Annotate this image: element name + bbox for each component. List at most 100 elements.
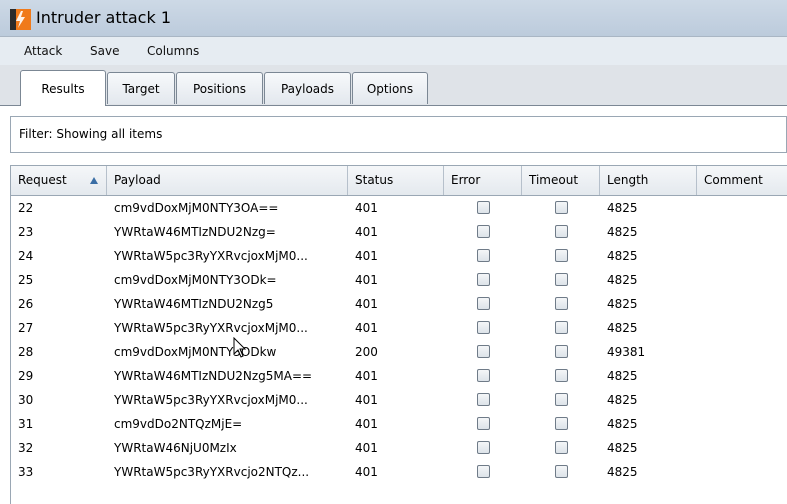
cell-payload: cm9vdDoxMjM0NTY3OA== [114,201,279,215]
table-row[interactable]: 29 YWRtaW46MTIzNDU2Nzg5MA== 401 4825 [11,364,787,388]
column-header-status[interactable]: Status [348,166,444,195]
cell-comment [697,220,787,244]
window-title: Intruder attack 1 [36,8,171,27]
sort-ascending-icon [90,177,98,184]
cell-length: 4825 [607,417,638,431]
table-row[interactable]: 23 YWRtaW46MTIzNDU2Nzg= 401 4825 [11,220,787,244]
tab-strip: Results Target Positions Payloads Option… [10,70,787,106]
cell-request: 30 [18,393,34,407]
cell-comment [697,292,787,316]
cell-request: 24 [18,249,34,263]
error-checkbox [477,369,490,382]
error-checkbox [477,249,490,262]
table-row[interactable]: 22 cm9vdDoxMjM0NTY3OA== 401 4825 [11,196,787,220]
cell-comment [697,412,787,436]
timeout-checkbox [555,321,568,334]
cell-comment [697,388,787,412]
burp-flame-icon [10,9,31,30]
cell-payload: YWRtaW46NjU0MzIx [114,441,237,455]
table-row[interactable]: 25 cm9vdDoxMjM0NTY3ODk= 401 4825 [11,268,787,292]
cell-status: 200 [355,345,378,359]
cell-status: 401 [355,321,378,335]
cell-payload: YWRtaW46MTIzNDU2Nzg= [114,225,276,239]
cell-comment [697,436,787,460]
table-row[interactable]: 28 cm9vdDoxMjM0NTY3ODkw 200 49381 [11,340,787,364]
cell-status: 401 [355,297,378,311]
cell-payload: YWRtaW5pc3RyYXRvcjo2NTQz... [114,465,310,479]
timeout-checkbox [555,225,568,238]
cell-payload: YWRtaW5pc3RyYXRvcjoxMjM0... [114,249,308,263]
cell-comment [697,340,787,364]
error-checkbox [477,201,490,214]
cell-payload: cm9vdDoxMjM0NTY3ODk= [114,273,277,287]
cell-payload: YWRtaW5pc3RyYXRvcjoxMjM0... [114,321,308,335]
error-checkbox [477,417,490,430]
tab-options[interactable]: Options [352,72,428,104]
cell-request: 23 [18,225,34,239]
cell-length: 4825 [607,321,638,335]
table-row[interactable]: 24 YWRtaW5pc3RyYXRvcjoxMjM0... 401 4825 [11,244,787,268]
cell-status: 401 [355,417,378,431]
cell-comment [697,364,787,388]
error-checkbox [477,393,490,406]
column-header-error[interactable]: Error [444,166,522,195]
column-header-length[interactable]: Length [600,166,697,195]
cell-payload: YWRtaW46MTIzNDU2Nzg5MA== [114,369,313,383]
cell-length: 4825 [607,297,638,311]
cell-length: 4825 [607,273,638,287]
timeout-checkbox [555,273,568,286]
cell-length: 4825 [607,441,638,455]
error-checkbox [477,225,490,238]
cell-status: 401 [355,201,378,215]
title-bar: Intruder attack 1 [0,0,787,37]
table-row[interactable]: 30 YWRtaW5pc3RyYXRvcjoxMjM0... 401 4825 [11,388,787,412]
cell-request: 26 [18,297,34,311]
table-row[interactable]: 31 cm9vdDo2NTQzMjE= 401 4825 [11,412,787,436]
timeout-checkbox [555,201,568,214]
menu-columns[interactable]: Columns [147,44,199,58]
menu-save[interactable]: Save [90,44,119,58]
cell-length: 4825 [607,465,638,479]
tab-target[interactable]: Target [107,72,175,104]
table-row[interactable]: 33 YWRtaW5pc3RyYXRvcjo2NTQz... 401 4825 [11,460,787,484]
cell-payload: YWRtaW46MTIzNDU2Nzg5 [114,297,274,311]
cell-payload: cm9vdDoxMjM0NTY3ODkw [114,345,277,359]
cell-status: 401 [355,249,378,263]
column-header-timeout[interactable]: Timeout [522,166,600,195]
timeout-checkbox [555,441,568,454]
tab-positions[interactable]: Positions [176,72,263,104]
cell-comment [697,196,787,220]
cell-length: 4825 [607,201,638,215]
table-row[interactable]: 32 YWRtaW46NjU0MzIx 401 4825 [11,436,787,460]
timeout-checkbox [555,393,568,406]
cell-status: 401 [355,465,378,479]
tab-payloads[interactable]: Payloads [264,72,351,104]
column-header-label: Request [18,173,67,187]
filter-label: Filter: Showing all items [19,127,163,141]
cell-request: 32 [18,441,34,455]
cell-length: 4825 [607,225,638,239]
cell-request: 25 [18,273,34,287]
cell-length: 4825 [607,369,638,383]
table-row[interactable]: 26 YWRtaW46MTIzNDU2Nzg5 401 4825 [11,292,787,316]
results-table: Request Payload Status Error Timeout Len… [10,165,787,504]
table-header: Request Payload Status Error Timeout Len… [11,165,787,196]
column-header-payload[interactable]: Payload [107,166,348,195]
column-header-request[interactable]: Request [11,166,107,195]
cell-length: 4825 [607,249,638,263]
cell-request: 29 [18,369,34,383]
cell-comment [697,460,787,484]
timeout-checkbox [555,345,568,358]
timeout-checkbox [555,369,568,382]
error-checkbox [477,321,490,334]
column-header-comment[interactable]: Comment [697,166,787,195]
menu-attack[interactable]: Attack [24,44,62,58]
cell-comment [697,244,787,268]
cell-comment [697,316,787,340]
table-row[interactable]: 27 YWRtaW5pc3RyYXRvcjoxMjM0... 401 4825 [11,316,787,340]
filter-bar[interactable]: Filter: Showing all items [10,116,787,153]
cell-status: 401 [355,225,378,239]
cell-status: 401 [355,441,378,455]
tab-results[interactable]: Results [20,70,106,106]
error-checkbox [477,345,490,358]
